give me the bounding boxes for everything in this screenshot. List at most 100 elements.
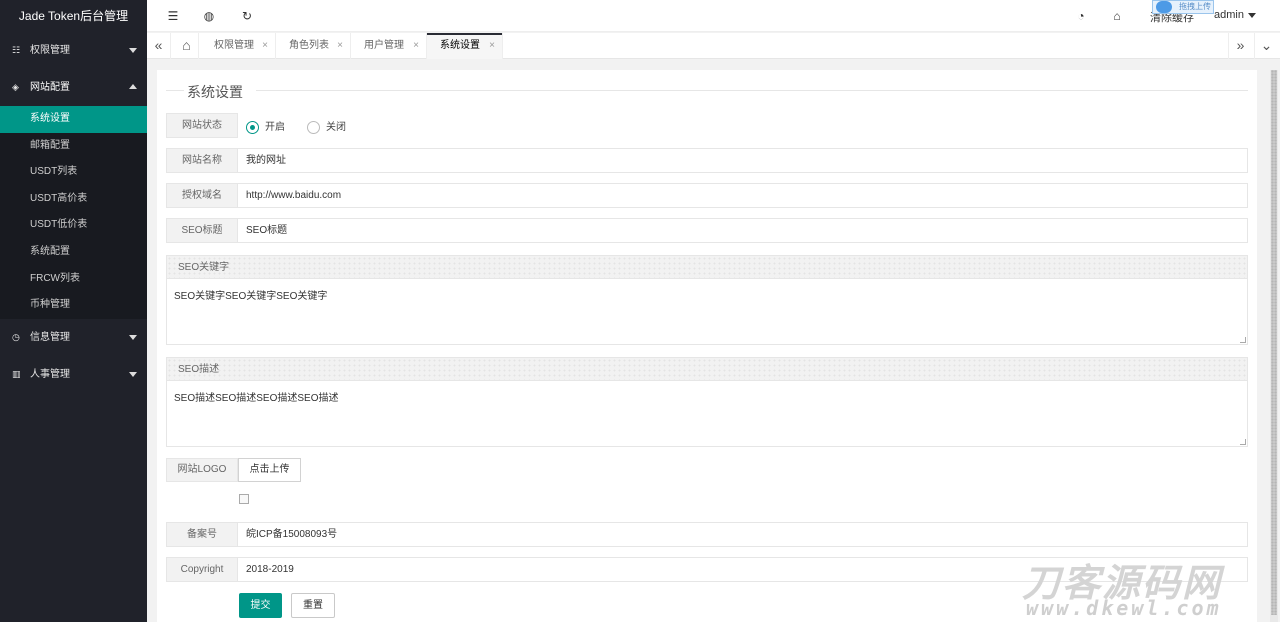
copyright-label: Copyright — [166, 557, 238, 582]
tab-system-settings[interactable]: 系统设置 × — [427, 33, 503, 59]
watermark: 刀客源码网 www.dkewl.com — [1022, 552, 1272, 620]
close-icon[interactable]: × — [337, 33, 343, 59]
resize-handle-icon[interactable] — [1240, 439, 1246, 445]
theme-icon[interactable]: ◔ — [1073, 8, 1089, 24]
logo-label: 网站LOGO — [166, 458, 238, 482]
seo-description-value: SEO描述SEO描述SEO描述SEO描述 — [174, 393, 339, 404]
tab-user-manage[interactable]: 用户管理 × — [351, 33, 427, 59]
sidebar-item-label: 权限管理 — [30, 45, 70, 56]
reset-button[interactable]: 重置 — [291, 593, 335, 618]
seo-description-block: SEO描述 SEO描述SEO描述SEO描述SEO描述 — [166, 357, 1248, 447]
chevron-down-icon — [129, 371, 137, 377]
scrollbar-thumb[interactable] — [1271, 70, 1277, 615]
sidebar-subitem-email-config[interactable]: 邮箱配置 — [0, 133, 147, 160]
sidebar-item-site-config[interactable]: ◈ 网站配置 — [0, 69, 147, 106]
close-icon[interactable]: × — [262, 33, 268, 59]
icp-row: 备案号 皖ICP备15008093号 — [166, 522, 1248, 547]
resize-handle-icon[interactable] — [1240, 337, 1246, 343]
seo-title-label: SEO标题 — [166, 218, 238, 243]
legend-divider — [166, 90, 184, 91]
seo-description-label: SEO描述 — [166, 357, 1248, 381]
seo-keywords-textarea[interactable]: SEO关键字SEO关键字SEO关键字 — [166, 278, 1248, 345]
top-header: ☰ ◍ ↻ ◔ ⌂ 清除缓存 admin 拖拽上传 — [147, 0, 1280, 32]
auth-domain-input[interactable]: http://www.baidu.com — [238, 183, 1248, 208]
sidebar-item-info[interactable]: ◷ 信息管理 — [0, 319, 147, 356]
logo-preview-image — [239, 494, 249, 504]
tabs-prev-icon[interactable]: « — [147, 33, 171, 59]
tab-role-list[interactable]: 角色列表 × — [276, 33, 351, 59]
site-name-input[interactable]: 我的网址 — [238, 148, 1248, 173]
chevron-down-icon — [129, 334, 137, 340]
seo-title-input[interactable]: SEO标题 — [238, 218, 1248, 243]
user-group-icon: ☷ — [12, 45, 21, 55]
sidebar-subitem-usdt-low[interactable]: USDT低价表 — [0, 212, 147, 239]
site-status-label: 网站状态 — [166, 113, 238, 138]
sidebar-subitem-usdt-list[interactable]: USDT列表 — [0, 159, 147, 186]
form-legend: 系统设置 — [166, 82, 1248, 100]
chevron-down-icon — [129, 48, 137, 53]
tabs-menu-icon[interactable]: ⌄ — [1254, 33, 1278, 59]
sidebar-subitem-system-config[interactable]: 系统配置 — [0, 239, 147, 266]
seo-keywords-block: SEO关键字 SEO关键字SEO关键字SEO关键字 — [166, 255, 1248, 345]
radio-label: 开启 — [265, 122, 285, 133]
sidebar-subitem-currency[interactable]: 币种管理 — [0, 292, 147, 319]
tab-label: 权限管理 — [214, 40, 254, 51]
drag-upload-badge[interactable]: 拖拽上传 — [1152, 0, 1214, 14]
refresh-icon[interactable]: ↻ — [239, 8, 255, 24]
seo-description-textarea[interactable]: SEO描述SEO描述SEO描述SEO描述 — [166, 380, 1248, 447]
user-menu[interactable]: admin — [1214, 9, 1256, 21]
chevron-down-icon — [1247, 12, 1256, 18]
logo-upload-button[interactable]: 点击上传 — [238, 458, 301, 482]
site-name-label: 网站名称 — [166, 148, 238, 173]
menu-fold-icon[interactable]: ☰ — [165, 8, 181, 24]
tab-label: 系统设置 — [440, 40, 480, 51]
page-scrollbar[interactable] — [1270, 70, 1278, 622]
sidebar-item-hr[interactable]: ▥ 人事管理 — [0, 356, 147, 393]
chevron-up-icon — [129, 84, 137, 89]
radio-checked-icon — [246, 120, 259, 134]
sidebar-item-permissions[interactable]: ☷ 权限管理 — [0, 32, 147, 69]
sidebar-subitem-usdt-high[interactable]: USDT高价表 — [0, 186, 147, 213]
sidebar-item-label: 人事管理 — [30, 368, 70, 380]
submit-button[interactable]: 提交 — [239, 593, 282, 618]
tag-icon[interactable]: ⌂ — [1109, 8, 1125, 24]
globe-icon[interactable]: ◍ — [201, 8, 217, 24]
page-tabs: « ⌂ 权限管理 × 角色列表 × 用户管理 × 系统设置 × » ⌄ — [147, 33, 1280, 59]
auth-domain-label: 授权域名 — [166, 183, 238, 208]
upload-badge-label: 拖拽上传 — [1179, 2, 1211, 11]
close-icon[interactable]: × — [489, 33, 495, 59]
form-title: 系统设置 — [187, 84, 243, 100]
seo-title-row: SEO标题 SEO标题 — [166, 218, 1248, 243]
site-status-off-radio[interactable]: 关闭 — [307, 118, 346, 134]
sidebar: Jade Token后台管理 ☷ 权限管理 ◈ 网站配置 系统设置 邮箱配置 USD… — [0, 0, 147, 622]
chart-icon: ▥ — [12, 368, 21, 379]
tab-permissions[interactable]: 权限管理 × — [201, 33, 276, 59]
sidebar-subitem-system-settings[interactable]: 系统设置 — [0, 106, 147, 133]
username: admin — [1214, 9, 1244, 21]
tab-label: 用户管理 — [364, 40, 404, 51]
clock-icon: ◷ — [12, 331, 20, 342]
home-icon[interactable]: ⌂ — [175, 33, 199, 59]
sidebar-item-label: 网站配置 — [30, 82, 70, 93]
radio-unchecked-icon — [307, 120, 320, 134]
sidebar-submenu: 系统设置 邮箱配置 USDT列表 USDT高价表 USDT低价表 系统配置 FR… — [0, 106, 147, 319]
legend-divider — [256, 90, 1248, 91]
app-title: Jade Token后台管理 — [0, 0, 147, 32]
site-name-row: 网站名称 我的网址 — [166, 148, 1248, 173]
seo-keywords-label: SEO关键字 — [166, 255, 1248, 279]
close-icon[interactable]: × — [413, 33, 419, 59]
sidebar-item-label: 信息管理 — [30, 331, 70, 343]
icp-input[interactable]: 皖ICP备15008093号 — [238, 522, 1248, 547]
tabs-next-icon[interactable]: » — [1228, 33, 1252, 59]
seo-keywords-value: SEO关键字SEO关键字SEO关键字 — [174, 291, 328, 302]
cloud-icon — [1156, 1, 1172, 13]
icp-label: 备案号 — [166, 522, 238, 547]
radio-label: 关闭 — [326, 122, 346, 133]
sidebar-subitem-frcw-list[interactable]: FRCW列表 — [0, 266, 147, 293]
settings-form: 系统设置 网站状态 开启 关闭 网站名称 我的网址 授权域名 http://ww… — [157, 70, 1257, 622]
watermark-url: www.dkewl.com — [1026, 596, 1222, 620]
logo-row: 网站LOGO 点击上传 — [166, 458, 1248, 482]
site-status-on-radio[interactable]: 开启 — [246, 118, 285, 134]
site-status-row: 网站状态 开启 关闭 — [166, 113, 1248, 138]
cube-icon: ◈ — [12, 82, 19, 92]
